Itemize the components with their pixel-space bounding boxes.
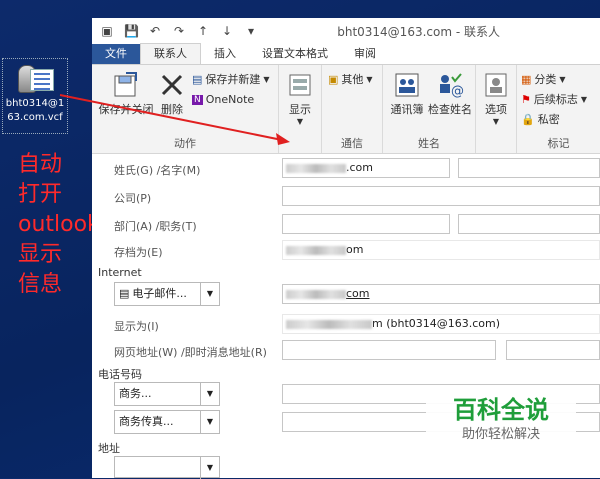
chevron-down-icon: ▼ xyxy=(200,383,219,405)
business-fax-select[interactable]: 商务传真... ▼ xyxy=(114,410,220,434)
company-label: 公司(P) xyxy=(114,192,152,205)
internet-section-label: Internet xyxy=(98,266,142,279)
display-as-label: 显示为(I) xyxy=(114,320,159,333)
file-as-field[interactable]: om xyxy=(282,240,600,260)
email-type-select[interactable]: ▤ 电子邮件... ▼ xyxy=(114,282,220,306)
department-field[interactable] xyxy=(282,214,450,234)
im-address-field[interactable] xyxy=(506,340,600,360)
address-type-select[interactable]: ▼ xyxy=(114,456,220,479)
phone-section-label: 电话号码 xyxy=(98,368,142,381)
business-phone-select[interactable]: 商务... ▼ xyxy=(114,382,220,406)
file-as-label: 存档为(E) xyxy=(114,246,163,259)
chevron-down-icon: ▼ xyxy=(200,411,219,433)
email-field[interactable]: com xyxy=(282,284,600,304)
web-im-label: 网页地址(W) /即时消息地址(R) xyxy=(114,346,267,359)
department-label: 部门(A) /职务(T) xyxy=(114,220,197,233)
chevron-down-icon: ▼ xyxy=(200,283,219,305)
card-icon: ▤ xyxy=(119,287,130,300)
company-field[interactable] xyxy=(282,186,600,206)
first-name-field[interactable] xyxy=(458,158,600,178)
chevron-down-icon: ▼ xyxy=(200,457,219,479)
full-name-label: 姓氏(G) /名字(M) xyxy=(114,164,201,177)
display-as-field[interactable]: m (bht0314@163.com) xyxy=(282,314,600,334)
last-name-field[interactable]: .com xyxy=(282,158,450,178)
watermark-subtitle: 助你轻松解决 xyxy=(461,427,540,442)
web-page-field[interactable] xyxy=(282,340,496,360)
site-watermark: 百科全说 助你轻松解决 xyxy=(426,390,576,448)
watermark-title: 百科全说 xyxy=(453,396,549,424)
job-title-field[interactable] xyxy=(458,214,600,234)
address-section-label: 地址 xyxy=(98,442,120,455)
